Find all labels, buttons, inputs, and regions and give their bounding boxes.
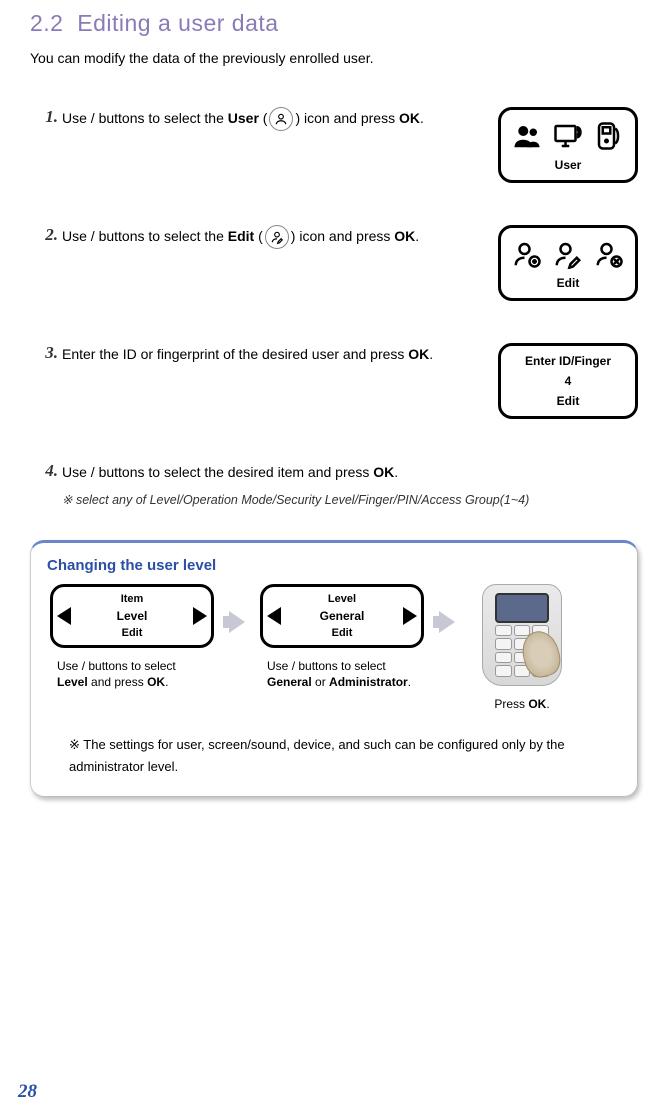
t: Use bbox=[62, 464, 91, 480]
t: OK bbox=[528, 697, 546, 711]
t: . bbox=[408, 675, 411, 689]
t: / bbox=[91, 464, 99, 480]
t: User bbox=[228, 110, 259, 126]
t: . bbox=[394, 464, 398, 480]
step-4: 4. Use / buttons to select the desired i… bbox=[30, 461, 638, 509]
lcd-edit: Edit bbox=[498, 225, 638, 301]
step-text: Use / buttons to select the User ( ) ico… bbox=[62, 107, 498, 131]
device-menu-icon bbox=[592, 119, 626, 153]
step-3: 3. Enter the ID or fingerprint of the de… bbox=[30, 343, 638, 419]
page-number: 28 bbox=[18, 1081, 37, 1103]
step-number: 1. bbox=[30, 107, 62, 127]
step-note: ※ select any of Level/Operation Mode/Sec… bbox=[62, 490, 628, 510]
step-text: Use / buttons to select the Edit ( ) ico… bbox=[62, 225, 498, 249]
step-2: 2. Use / buttons to select the Edit ( ) … bbox=[30, 225, 638, 301]
t: and press bbox=[88, 675, 147, 689]
t: General bbox=[267, 675, 312, 689]
step-number: 3. bbox=[30, 343, 62, 363]
edit-menu-icon bbox=[551, 237, 585, 271]
t: buttons to select bbox=[88, 659, 175, 673]
t: . bbox=[429, 346, 433, 362]
lcd-title: Level bbox=[267, 593, 417, 605]
step-number: 4. bbox=[30, 461, 62, 481]
t: buttons to select the bbox=[99, 228, 228, 244]
lcd-mid: 4 bbox=[507, 374, 629, 388]
flow-caption: Press OK. bbox=[494, 696, 549, 712]
lcd-bottom: Edit bbox=[267, 627, 417, 639]
t: Use bbox=[62, 228, 91, 244]
intro-text: You can modify the data of the previousl… bbox=[30, 49, 638, 67]
lcd-mid: General bbox=[281, 609, 403, 623]
t: ( bbox=[259, 110, 268, 126]
t: ) icon and press bbox=[291, 228, 395, 244]
t: / bbox=[91, 228, 99, 244]
t: Use bbox=[267, 659, 292, 673]
t: . bbox=[415, 228, 419, 244]
t: Enter the ID or fingerprint of the desir… bbox=[62, 346, 408, 362]
edit-icon bbox=[265, 225, 289, 249]
t: ( bbox=[254, 228, 263, 244]
lcd-mid: Level bbox=[71, 609, 193, 623]
lcd-enter-id: Enter ID/Finger 4 Edit bbox=[498, 343, 638, 419]
enroll-menu-icon bbox=[510, 237, 544, 271]
lcd-user: User bbox=[498, 107, 638, 183]
t: Press bbox=[494, 697, 528, 711]
step-number: 2. bbox=[30, 225, 62, 245]
t: Use bbox=[62, 110, 91, 126]
t: buttons to select the bbox=[99, 110, 228, 126]
tip-title: Changing the user level bbox=[47, 557, 621, 574]
t: Administrator bbox=[329, 675, 408, 689]
t: OK bbox=[147, 675, 165, 689]
t: Level bbox=[57, 675, 88, 689]
screen-menu-icon bbox=[551, 119, 585, 153]
t: . bbox=[546, 697, 549, 711]
section-number: 2.2 bbox=[30, 10, 63, 36]
user-icon bbox=[269, 107, 293, 131]
step-1: 1. Use / buttons to select the User ( ) … bbox=[30, 107, 638, 183]
nav-right-icon bbox=[193, 607, 207, 625]
t: buttons to select bbox=[298, 659, 385, 673]
t: Edit bbox=[228, 228, 254, 244]
flow-step-3: Press OK. bbox=[467, 584, 577, 712]
lcd-title: Item bbox=[57, 593, 207, 605]
step-text: Use / buttons to select the desired item… bbox=[62, 461, 638, 509]
t: . bbox=[420, 110, 424, 126]
section-title: Editing a user data bbox=[77, 10, 278, 36]
t: Use bbox=[57, 659, 82, 673]
t: . bbox=[165, 675, 168, 689]
step-text: Enter the ID or fingerprint of the desir… bbox=[62, 343, 498, 365]
t: OK bbox=[394, 228, 415, 244]
tip-note: ※ The settings for user, screen/sound, d… bbox=[47, 734, 621, 778]
t: ) icon and press bbox=[295, 110, 399, 126]
device-illustration bbox=[482, 584, 562, 686]
t: / bbox=[91, 110, 99, 126]
t: buttons to select the desired item and p… bbox=[99, 464, 374, 480]
lcd-label: User bbox=[507, 158, 629, 172]
nav-left-icon bbox=[57, 607, 71, 625]
nav-right-icon bbox=[403, 607, 417, 625]
flow-step-1: Item Level Edit Use / buttons to select … bbox=[47, 584, 217, 690]
nav-left-icon bbox=[267, 607, 281, 625]
t: OK bbox=[373, 464, 394, 480]
t: OK bbox=[408, 346, 429, 362]
lcd-title: Enter ID/Finger bbox=[507, 354, 629, 368]
tip-panel: Changing the user level Item Level Edit … bbox=[30, 540, 638, 797]
flow-arrow-icon bbox=[223, 584, 251, 660]
t: or bbox=[312, 675, 329, 689]
lcd-bottom: Edit bbox=[57, 627, 207, 639]
flow-step-2: Level General Edit Use / buttons to sele… bbox=[257, 584, 427, 690]
flow-caption: Use / buttons to select Level and press … bbox=[57, 658, 207, 690]
flow-arrow-icon bbox=[433, 584, 461, 660]
lcd-label: Edit bbox=[507, 276, 629, 290]
flow-caption: Use / buttons to select General or Admin… bbox=[267, 658, 417, 690]
lcd-bottom: Edit bbox=[507, 394, 629, 408]
section-heading: 2.2 Editing a user data bbox=[30, 10, 638, 37]
t: OK bbox=[399, 110, 420, 126]
delete-menu-icon bbox=[592, 237, 626, 271]
user-menu-icon bbox=[510, 119, 544, 153]
